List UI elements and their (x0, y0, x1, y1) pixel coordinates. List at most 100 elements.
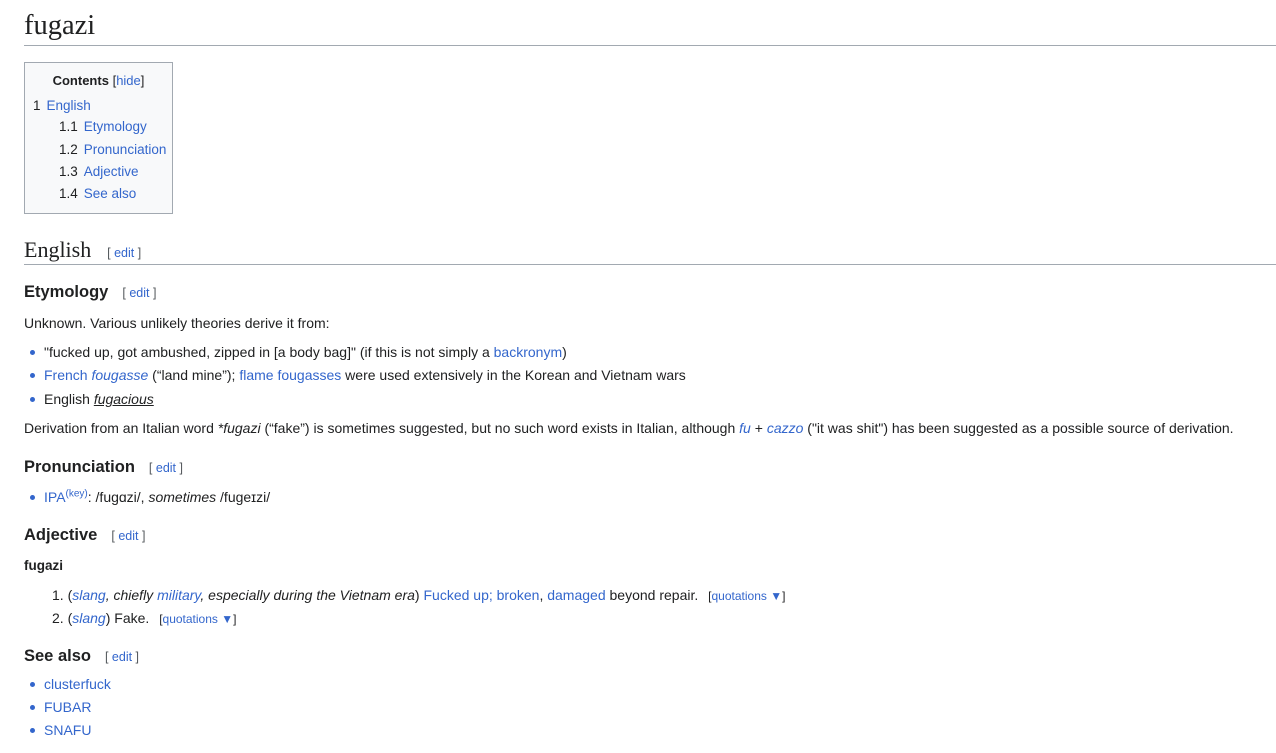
heading-text: Etymology (24, 283, 109, 301)
term-italic: cazzo (766, 420, 804, 436)
toc-item-link[interactable]: See also (84, 186, 137, 201)
toc-item-number: 1.4 (59, 186, 78, 201)
definition-text: Fake. (114, 610, 150, 626)
list-item: SNAFU (30, 721, 91, 739)
text-run: ) (105, 610, 115, 626)
bullet-icon (30, 681, 35, 687)
edit-section-adjective[interactable]: [ edit ] (111, 529, 145, 543)
sometimes-label: sometimes (148, 489, 217, 505)
toc-hide-link[interactable]: hide (116, 73, 141, 88)
text-run: , especially during the Vietnam era (200, 587, 415, 603)
toc-item-number: 1 (33, 98, 41, 113)
quotations-toggle-2[interactable]: [quotations ▼] (159, 612, 236, 626)
edit-section-pronunciation[interactable]: [ edit ] (149, 461, 183, 475)
edit-link[interactable]: edit (129, 286, 149, 300)
toc-item-number: 1.1 (59, 119, 78, 134)
broken-link[interactable]: broken (497, 587, 540, 603)
toc-item-link[interactable]: Pronunciation (84, 142, 167, 157)
bullet-icon (30, 704, 35, 710)
definition-number: 2. (52, 610, 64, 626)
section-heading-see-also: See also [ edit ] (24, 646, 139, 667)
text-run: , chiefly (105, 587, 158, 603)
text-run: (“fake”) is sometimes suggested, but no … (260, 420, 740, 436)
edit-link[interactable]: edit (118, 529, 138, 543)
slang-link[interactable]: slang (72, 587, 105, 603)
toc-item-number: 1.3 (59, 164, 78, 179)
definition-2: 2. (slang) Fake. [quotations ▼] (52, 609, 236, 628)
toc-item-number: 1.2 (59, 142, 78, 157)
etymology-intro: Unknown. Various unlikely theories deriv… (24, 315, 330, 331)
derivation-paragraph: Derivation from an Italian word *fugazi … (24, 419, 1234, 437)
heading-text: Adjective (24, 526, 98, 544)
section-heading-adjective: Adjective [ edit ] (24, 525, 145, 546)
term-italic: fougasse (91, 367, 149, 383)
edit-bracket-close: ] (138, 529, 146, 543)
toc-title: Contents (52, 73, 109, 88)
see-also-link-fubar[interactable]: FUBAR (44, 699, 91, 715)
term-italic: fu (739, 420, 751, 436)
page-content: fugazi Contents [hide] 1 English 1.1 Etymo… (24, 0, 1276, 738)
edit-bracket-open: [ (104, 650, 112, 664)
toc-item-link[interactable]: Adjective (84, 164, 139, 179)
bullet-icon (30, 349, 35, 355)
ipa-link[interactable]: IPA (44, 489, 66, 505)
see-also-link-clusterfuck[interactable]: clusterfuck (44, 676, 111, 692)
toc-item-english[interactable]: 1 English (33, 98, 91, 114)
edit-section-english[interactable]: [ edit ] (107, 246, 141, 260)
toc-header: Contents [hide] (25, 73, 172, 89)
list-item: FUBAR (30, 698, 91, 716)
etymology-theory-3-text: English (44, 391, 94, 407)
text-run: Derivation from an Italian word (24, 420, 218, 436)
toc-item-link[interactable]: Etymology (84, 119, 147, 134)
edit-link[interactable]: edit (156, 461, 176, 475)
headword: fugazi (24, 558, 63, 573)
etymology-theory-2-end: were used extensively in the Korean and … (341, 367, 686, 383)
fugacious-link[interactable]: fugacious (94, 391, 154, 407)
etymology-theory-2-mid: (“land mine”); (148, 367, 240, 383)
ipa-key-link[interactable]: (key) (66, 488, 88, 499)
edit-bracket-close: ] (132, 650, 140, 664)
edit-bracket-close: ] (176, 461, 183, 475)
fucked-up-link[interactable]: Fucked up (423, 587, 488, 603)
damaged-link[interactable]: damaged (547, 587, 605, 603)
edit-bracket-open: [ (148, 461, 156, 475)
slang-link[interactable]: slang (72, 610, 105, 626)
edit-link[interactable]: edit (114, 246, 134, 260)
toc-item-etymology[interactable]: 1.1 Etymology (59, 119, 147, 135)
edit-section-see-also[interactable]: [ edit ] (105, 650, 139, 664)
page-title: fugazi (24, 0, 1276, 46)
toc-item-link[interactable]: English (47, 98, 91, 113)
flame-fougasses-link[interactable]: flame fougasses (239, 367, 341, 383)
cazzo-link[interactable]: cazzo (767, 420, 804, 436)
toc-hide-bracket-close: ] (140, 73, 145, 88)
edit-bracket-close: ] (134, 246, 142, 260)
backronym-link[interactable]: backronym (494, 344, 562, 360)
military-link[interactable]: military (157, 587, 200, 603)
edit-bracket-close: ] (149, 286, 157, 300)
fu-link[interactable]: fu (739, 420, 751, 436)
definition-1: 1. (slang, chiefly military, especially … (52, 586, 785, 605)
edit-section-etymology[interactable]: [ edit ] (122, 286, 156, 300)
toc-item-pronunciation[interactable]: 1.2 Pronunciation (59, 142, 166, 158)
etymology-theory-1-end: ) (562, 344, 567, 360)
ipa-alt-transcription: /fuɡeɪzi/ (216, 489, 271, 505)
heading-text: English (24, 237, 92, 262)
quotations-link[interactable]: quotations ▼ (163, 612, 234, 626)
see-also-link-snafu[interactable]: SNAFU (44, 722, 91, 738)
text-run: + (750, 420, 767, 436)
toc-item-adjective[interactable]: 1.3 Adjective (59, 164, 139, 180)
bullet-icon (30, 396, 35, 402)
list-item: "fucked up, got ambushed, zipped in [a b… (30, 343, 567, 361)
french-fougasse-link[interactable]: French fougasse (44, 367, 148, 383)
quotations-toggle-1[interactable]: [quotations ▼] (708, 589, 785, 603)
edit-link[interactable]: edit (112, 650, 132, 664)
text-italic: *fugazi (217, 420, 261, 436)
section-heading-etymology: Etymology [ edit ] (24, 282, 156, 303)
toc-hide-toggle[interactable]: [hide] (113, 73, 145, 88)
heading-text: Pronunciation (24, 458, 135, 476)
bullet-icon (30, 727, 35, 733)
language-label: French (44, 367, 92, 383)
toc-item-see-also[interactable]: 1.4 See also (59, 186, 136, 202)
quotations-link[interactable]: quotations ▼ (711, 589, 782, 603)
text-run: ("it was shit") has been suggested as a … (803, 420, 1234, 436)
